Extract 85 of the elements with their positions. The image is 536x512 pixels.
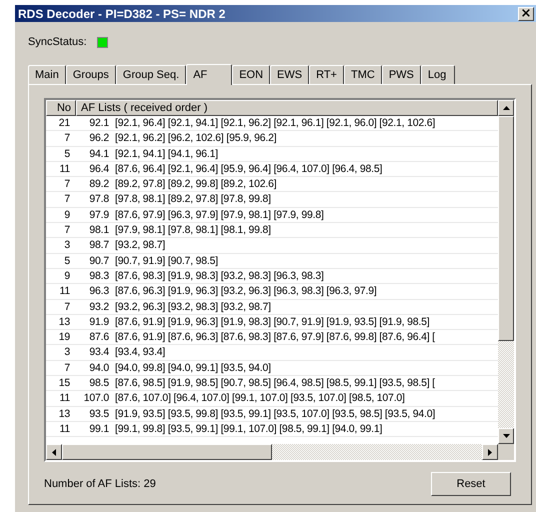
table-cell-text: 91.9 <box>88 314 110 330</box>
table-cell: [93.4, 93.4] <box>115 345 166 360</box>
table-cell: [97.9, 98.1] [97.8, 98.1] [98.1, 99.8] <box>115 223 271 238</box>
table-cell-text: 94.1 <box>88 146 110 161</box>
tab[interactable]: Main <box>28 65 66 84</box>
table-cell: [94.0, 99.8] [94.0, 99.1] [93.5, 94.0] <box>115 360 271 376</box>
tab[interactable]: EWS <box>270 65 310 84</box>
table-cell-text: 93.5 <box>88 406 110 421</box>
table-cell: [87.6, 107.0] [96.4, 107.0] [99.1, 107.0] [93.5, 107.0] [98.5, 107.0] <box>115 391 405 406</box>
table-cell-text: 89.2 <box>88 177 110 192</box>
table-cell-text: 98.3 <box>88 268 110 284</box>
table-cell: [99.1, 99.8] [93.5, 99.1] [99.1, 107.0] [98.5, 99.1] [94.0, 99.1] <box>115 422 382 436</box>
table-cell: [92.1, 96.2] [96.2, 102.6] [95.9, 96.2] <box>115 131 276 146</box>
table-cell: [90.7, 91.9] [90.7, 98.5] <box>115 254 218 268</box>
table-cell: [92.1, 94.1] [94.1, 96.1] <box>115 146 218 161</box>
tab[interactable]: Groups <box>66 65 116 84</box>
vertical-scrollbar[interactable] <box>498 100 514 444</box>
table-cell: [87.6, 91.9] [91.9, 96.3] [91.9, 98.3] [90.7, 91.9] [91.9, 93.5] [91.9, 98.5] <box>115 314 430 330</box>
table-cell: [89.2, 97.8] [89.2, 99.8] [89.2, 102.6] <box>115 177 276 192</box>
table-cell: [87.6, 97.9] [96.3, 97.9] [97.9, 98.1] [97.9, 99.8] <box>115 208 324 222</box>
table-cell-text: 7 <box>63 131 71 146</box>
table-cell-text: 3 <box>63 238 71 253</box>
table-cell-text: 96.2 <box>88 131 110 146</box>
table-cell-text: 98.7 <box>88 238 110 253</box>
table-cell-text: 13 <box>58 314 71 330</box>
table-cell-text: 5 <box>63 254 71 268</box>
tab[interactable]: PWS <box>382 65 421 84</box>
table-cell-text: 5 <box>63 146 71 161</box>
sync-status-label: SyncStatus: <box>28 36 87 48</box>
table-cell-text: 98.5 <box>88 376 110 390</box>
table-cell-text: 93.2 <box>88 300 110 314</box>
tab[interactable]: RT+ <box>309 65 344 84</box>
scroll-left-icon[interactable] <box>46 444 62 460</box>
table-cell-text: 7 <box>63 360 71 376</box>
table-cell: [97.8, 98.1] [89.2, 97.8] [97.8, 99.8] <box>115 192 271 207</box>
af-list-count: Number of AF Lists: 29 <box>44 478 156 490</box>
table-cell-text: 21 <box>58 116 71 130</box>
table-cell-text: 11 <box>58 162 71 176</box>
table-cell-text: 11 <box>58 422 71 436</box>
table-cell-text: 19 <box>58 330 71 344</box>
table-cell-text: 107.0 <box>82 391 110 406</box>
table-cell-text: 9 <box>63 268 71 284</box>
table-cell-text: 96.3 <box>88 284 110 299</box>
reset-button[interactable]: Reset <box>431 472 511 496</box>
table-cell-text: 94.0 <box>88 360 110 376</box>
table-cell-text: 11 <box>58 284 71 299</box>
table-cell-text: 13 <box>58 406 71 421</box>
table-cell-text: 7 <box>63 300 71 314</box>
close-button[interactable]: × <box>518 6 534 20</box>
table-cell: [92.1, 96.4] [92.1, 94.1] [92.1, 96.2] [92.1, 96.1] [92.1, 96.0] [92.1, 102.6] <box>115 116 436 130</box>
table-cell-text: 97.8 <box>88 192 110 207</box>
table-cell: [93.2, 96.3] [93.2, 98.3] [93.2, 98.7] <box>115 300 271 314</box>
table-cell-text: 15 <box>58 376 71 390</box>
table-cell-text: 90.7 <box>88 254 110 268</box>
table-cell-text: 7 <box>63 192 71 207</box>
table-cell-text: 93.4 <box>88 345 110 360</box>
column-header[interactable]: No <box>46 100 76 116</box>
table-cell: [87.6, 98.3] [91.9, 98.3] [93.2, 98.3] [96.3, 98.3] <box>115 268 324 284</box>
table-cell: [87.6, 96.3] [91.9, 96.3] [93.2, 96.3] [96.3, 98.3] [96.3, 97.9] <box>115 284 377 299</box>
tab[interactable]: EON <box>232 65 270 84</box>
table-cell-text: 9 <box>63 208 71 222</box>
table-cell-text: 7 <box>63 177 71 192</box>
tab[interactable]: TMC <box>344 65 382 84</box>
column-header[interactable]: AF Lists ( received order ) <box>76 100 498 116</box>
scroll-up-icon[interactable] <box>498 100 514 116</box>
table-cell: [87.6, 96.4] [92.1, 96.4] [95.9, 96.4] [96.4, 107.0] [96.4, 98.5] <box>115 162 382 176</box>
tab[interactable]: Log <box>420 65 455 84</box>
table-cell: [93.2, 98.7] <box>115 238 166 253</box>
table-cell: [87.6, 91.9] [87.6, 96.3] [87.6, 98.3] [87.6, 97.9] [87.6, 99.8] [87.6, 96.4] [ <box>115 330 435 344</box>
table-cell-text: 87.6 <box>88 330 110 344</box>
table-cell-text: 97.9 <box>88 208 110 222</box>
table-cell-text: 96.4 <box>88 162 110 176</box>
table-cell: [91.9, 93.5] [93.5, 99.8] [93.5, 99.1] [93.5, 107.0] [93.5, 98.5] [93.5, 94.0] <box>115 406 436 421</box>
window-title: RDS Decoder - PI=D382 - PS= NDR 2 <box>18 6 226 20</box>
table-cell-text: 92.1 <box>88 116 110 130</box>
table-cell-text: 7 <box>63 223 71 238</box>
scroll-down-icon[interactable] <box>498 428 514 444</box>
tab[interactable]: AF <box>186 64 232 85</box>
table-cell: [87.6, 98.5] [91.9, 98.5] [90.7, 98.5] [96.4, 98.5] [98.5, 99.1] [93.5, 98.5] [ <box>115 376 435 390</box>
table-cell-text: 3 <box>63 345 71 360</box>
tab[interactable]: Group Seq. <box>116 65 186 84</box>
scroll-right-icon[interactable] <box>482 444 498 460</box>
table-cell-text: 11 <box>58 391 71 406</box>
table-cell-text: 99.1 <box>88 422 110 436</box>
table-cell-text: 98.1 <box>88 223 110 238</box>
